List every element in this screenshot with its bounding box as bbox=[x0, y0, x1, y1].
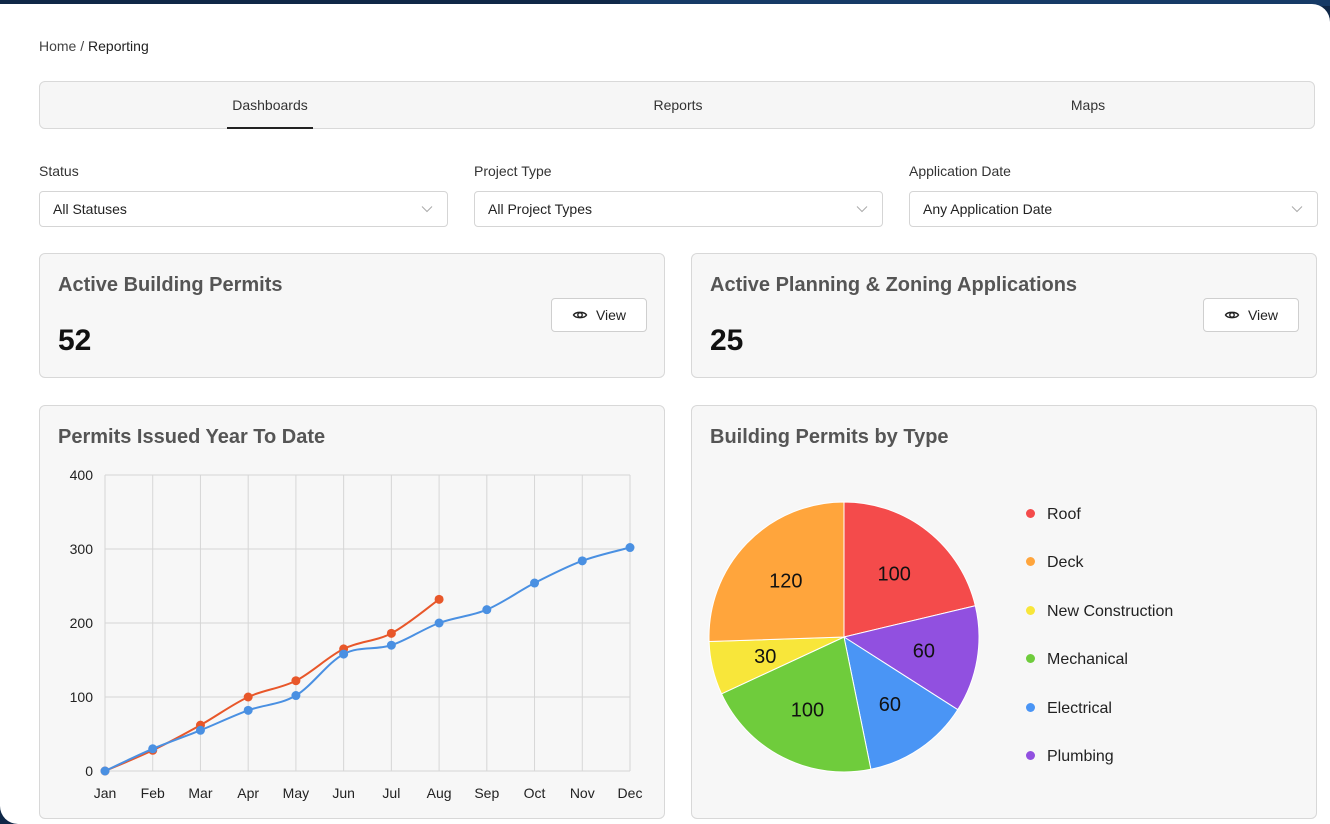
x-tick-label: Feb bbox=[141, 785, 165, 801]
legend-item-roof[interactable]: Roof bbox=[1026, 506, 1081, 524]
legend-swatch bbox=[1026, 751, 1035, 760]
tab-dashboards[interactable]: Dashboards bbox=[227, 82, 313, 129]
x-tick-label: Aug bbox=[427, 785, 452, 801]
series-line-1 bbox=[104, 546, 631, 772]
legend-swatch bbox=[1026, 654, 1035, 664]
tab-maps[interactable]: Maps bbox=[1058, 82, 1118, 128]
project-type-select[interactable]: All Project Types bbox=[474, 191, 883, 227]
legend-label: Roof bbox=[1047, 506, 1081, 523]
reporting-panel: Home / Reporting Dashboards Reports Maps… bbox=[0, 4, 1330, 824]
legend-item-mechanical[interactable]: Mechanical bbox=[1026, 651, 1128, 669]
project-type-filter-label: Project Type bbox=[474, 163, 552, 179]
data-point[interactable] bbox=[195, 725, 205, 735]
y-tick-label: 200 bbox=[70, 615, 94, 631]
legend-label: Electrical bbox=[1047, 699, 1112, 717]
application-date-select[interactable]: Any Application Date bbox=[909, 191, 1318, 227]
pie-data-label: 100 bbox=[791, 699, 824, 721]
data-point[interactable] bbox=[434, 594, 444, 604]
data-point[interactable] bbox=[100, 766, 110, 776]
y-tick-label: 300 bbox=[70, 541, 94, 557]
permits-by-type-pie-chart: 100 60 60 100 30 120 bbox=[708, 501, 980, 773]
data-point[interactable] bbox=[530, 578, 540, 588]
pie-data-label: 30 bbox=[754, 646, 776, 668]
x-tick-label: Jan bbox=[94, 785, 117, 801]
chevron-down-icon bbox=[421, 206, 433, 213]
application-date-select-value: Any Application Date bbox=[923, 201, 1053, 217]
legend-item-plumbing[interactable]: Plumbing bbox=[1026, 748, 1114, 766]
legend-label: New Construction bbox=[1047, 602, 1174, 620]
legend-swatch bbox=[1026, 509, 1035, 518]
data-point[interactable] bbox=[243, 692, 253, 702]
view-permits-button[interactable]: View bbox=[551, 298, 647, 332]
data-point[interactable] bbox=[386, 640, 396, 650]
card-value: 25 bbox=[710, 324, 744, 357]
data-point[interactable] bbox=[482, 605, 492, 615]
data-point[interactable] bbox=[291, 691, 301, 701]
data-point[interactable] bbox=[434, 618, 444, 628]
x-tick-label: May bbox=[283, 785, 309, 801]
active-planning-zoning-card: Active Planning & Zoning Applications 25… bbox=[691, 253, 1317, 378]
legend-label: Deck bbox=[1047, 554, 1084, 572]
pie-data-label: 120 bbox=[769, 571, 802, 593]
data-point[interactable] bbox=[148, 744, 158, 754]
x-tick-label: Sep bbox=[474, 785, 499, 801]
pie-data-label: 60 bbox=[913, 640, 935, 662]
legend-label: Plumbing bbox=[1047, 748, 1114, 765]
legend-item-deck[interactable]: Deck bbox=[1026, 554, 1083, 572]
card-title: Active Planning & Zoning Applications bbox=[710, 274, 1078, 296]
card-value: 52 bbox=[58, 324, 92, 357]
x-tick-label: Dec bbox=[618, 785, 643, 801]
legend-swatch bbox=[1026, 605, 1035, 615]
legend-item-new-construction[interactable]: New Construction bbox=[1026, 603, 1173, 621]
project-type-select-value: All Project Types bbox=[488, 201, 593, 217]
view-button-label: View bbox=[1247, 307, 1279, 323]
x-tick-label: Oct bbox=[524, 785, 546, 801]
breadcrumb-separator: / bbox=[80, 38, 85, 54]
x-tick-label: Mar bbox=[188, 785, 212, 801]
pie-data-label: 100 bbox=[878, 563, 911, 585]
data-point[interactable] bbox=[339, 649, 349, 659]
eye-icon bbox=[1224, 311, 1240, 319]
chevron-down-icon bbox=[1291, 206, 1303, 213]
breadcrumb: Home / Reporting bbox=[39, 38, 149, 54]
legend-swatch bbox=[1026, 557, 1035, 567]
eye-icon bbox=[572, 311, 588, 319]
view-button-label: View bbox=[595, 307, 627, 323]
application-date-filter-label: Application Date bbox=[909, 163, 1011, 179]
data-point[interactable] bbox=[243, 705, 253, 715]
breadcrumb-home[interactable]: Home bbox=[39, 38, 76, 54]
data-point[interactable] bbox=[625, 543, 635, 553]
y-tick-label: 0 bbox=[85, 763, 93, 779]
y-tick-label: 100 bbox=[70, 689, 94, 705]
pie-data-label: 60 bbox=[879, 694, 901, 716]
y-tick-label: 400 bbox=[70, 467, 94, 483]
status-select[interactable]: All Statuses bbox=[39, 191, 448, 227]
x-tick-label: Jul bbox=[382, 785, 400, 801]
x-tick-label: Jun bbox=[332, 785, 355, 801]
permits-ytd-line-chart: 0 100 200 300 400 Jan Feb Mar Apr May Jun Jul Aug Sep… bbox=[70, 467, 643, 801]
active-building-permits-card: Active Building Permits 52 View bbox=[39, 253, 665, 378]
status-select-value: All Statuses bbox=[53, 201, 127, 217]
status-filter-label: Status bbox=[39, 163, 79, 179]
breadcrumb-current: Reporting bbox=[88, 38, 149, 54]
x-tick-label: Apr bbox=[237, 785, 259, 801]
data-point[interactable] bbox=[577, 556, 587, 566]
card-title: Active Building Permits bbox=[58, 274, 283, 296]
tab-reports[interactable]: Reports bbox=[638, 82, 718, 128]
data-point[interactable] bbox=[291, 676, 301, 686]
data-point[interactable] bbox=[386, 628, 396, 638]
chevron-down-icon bbox=[856, 206, 868, 213]
legend-swatch bbox=[1026, 702, 1035, 712]
x-tick-label: Nov bbox=[570, 785, 595, 801]
legend-label: Mechanical bbox=[1047, 651, 1128, 669]
tab-bar: Dashboards Reports Maps bbox=[39, 81, 1315, 129]
view-planning-button[interactable]: View bbox=[1203, 298, 1299, 332]
legend-item-electrical[interactable]: Electrical bbox=[1026, 700, 1112, 718]
